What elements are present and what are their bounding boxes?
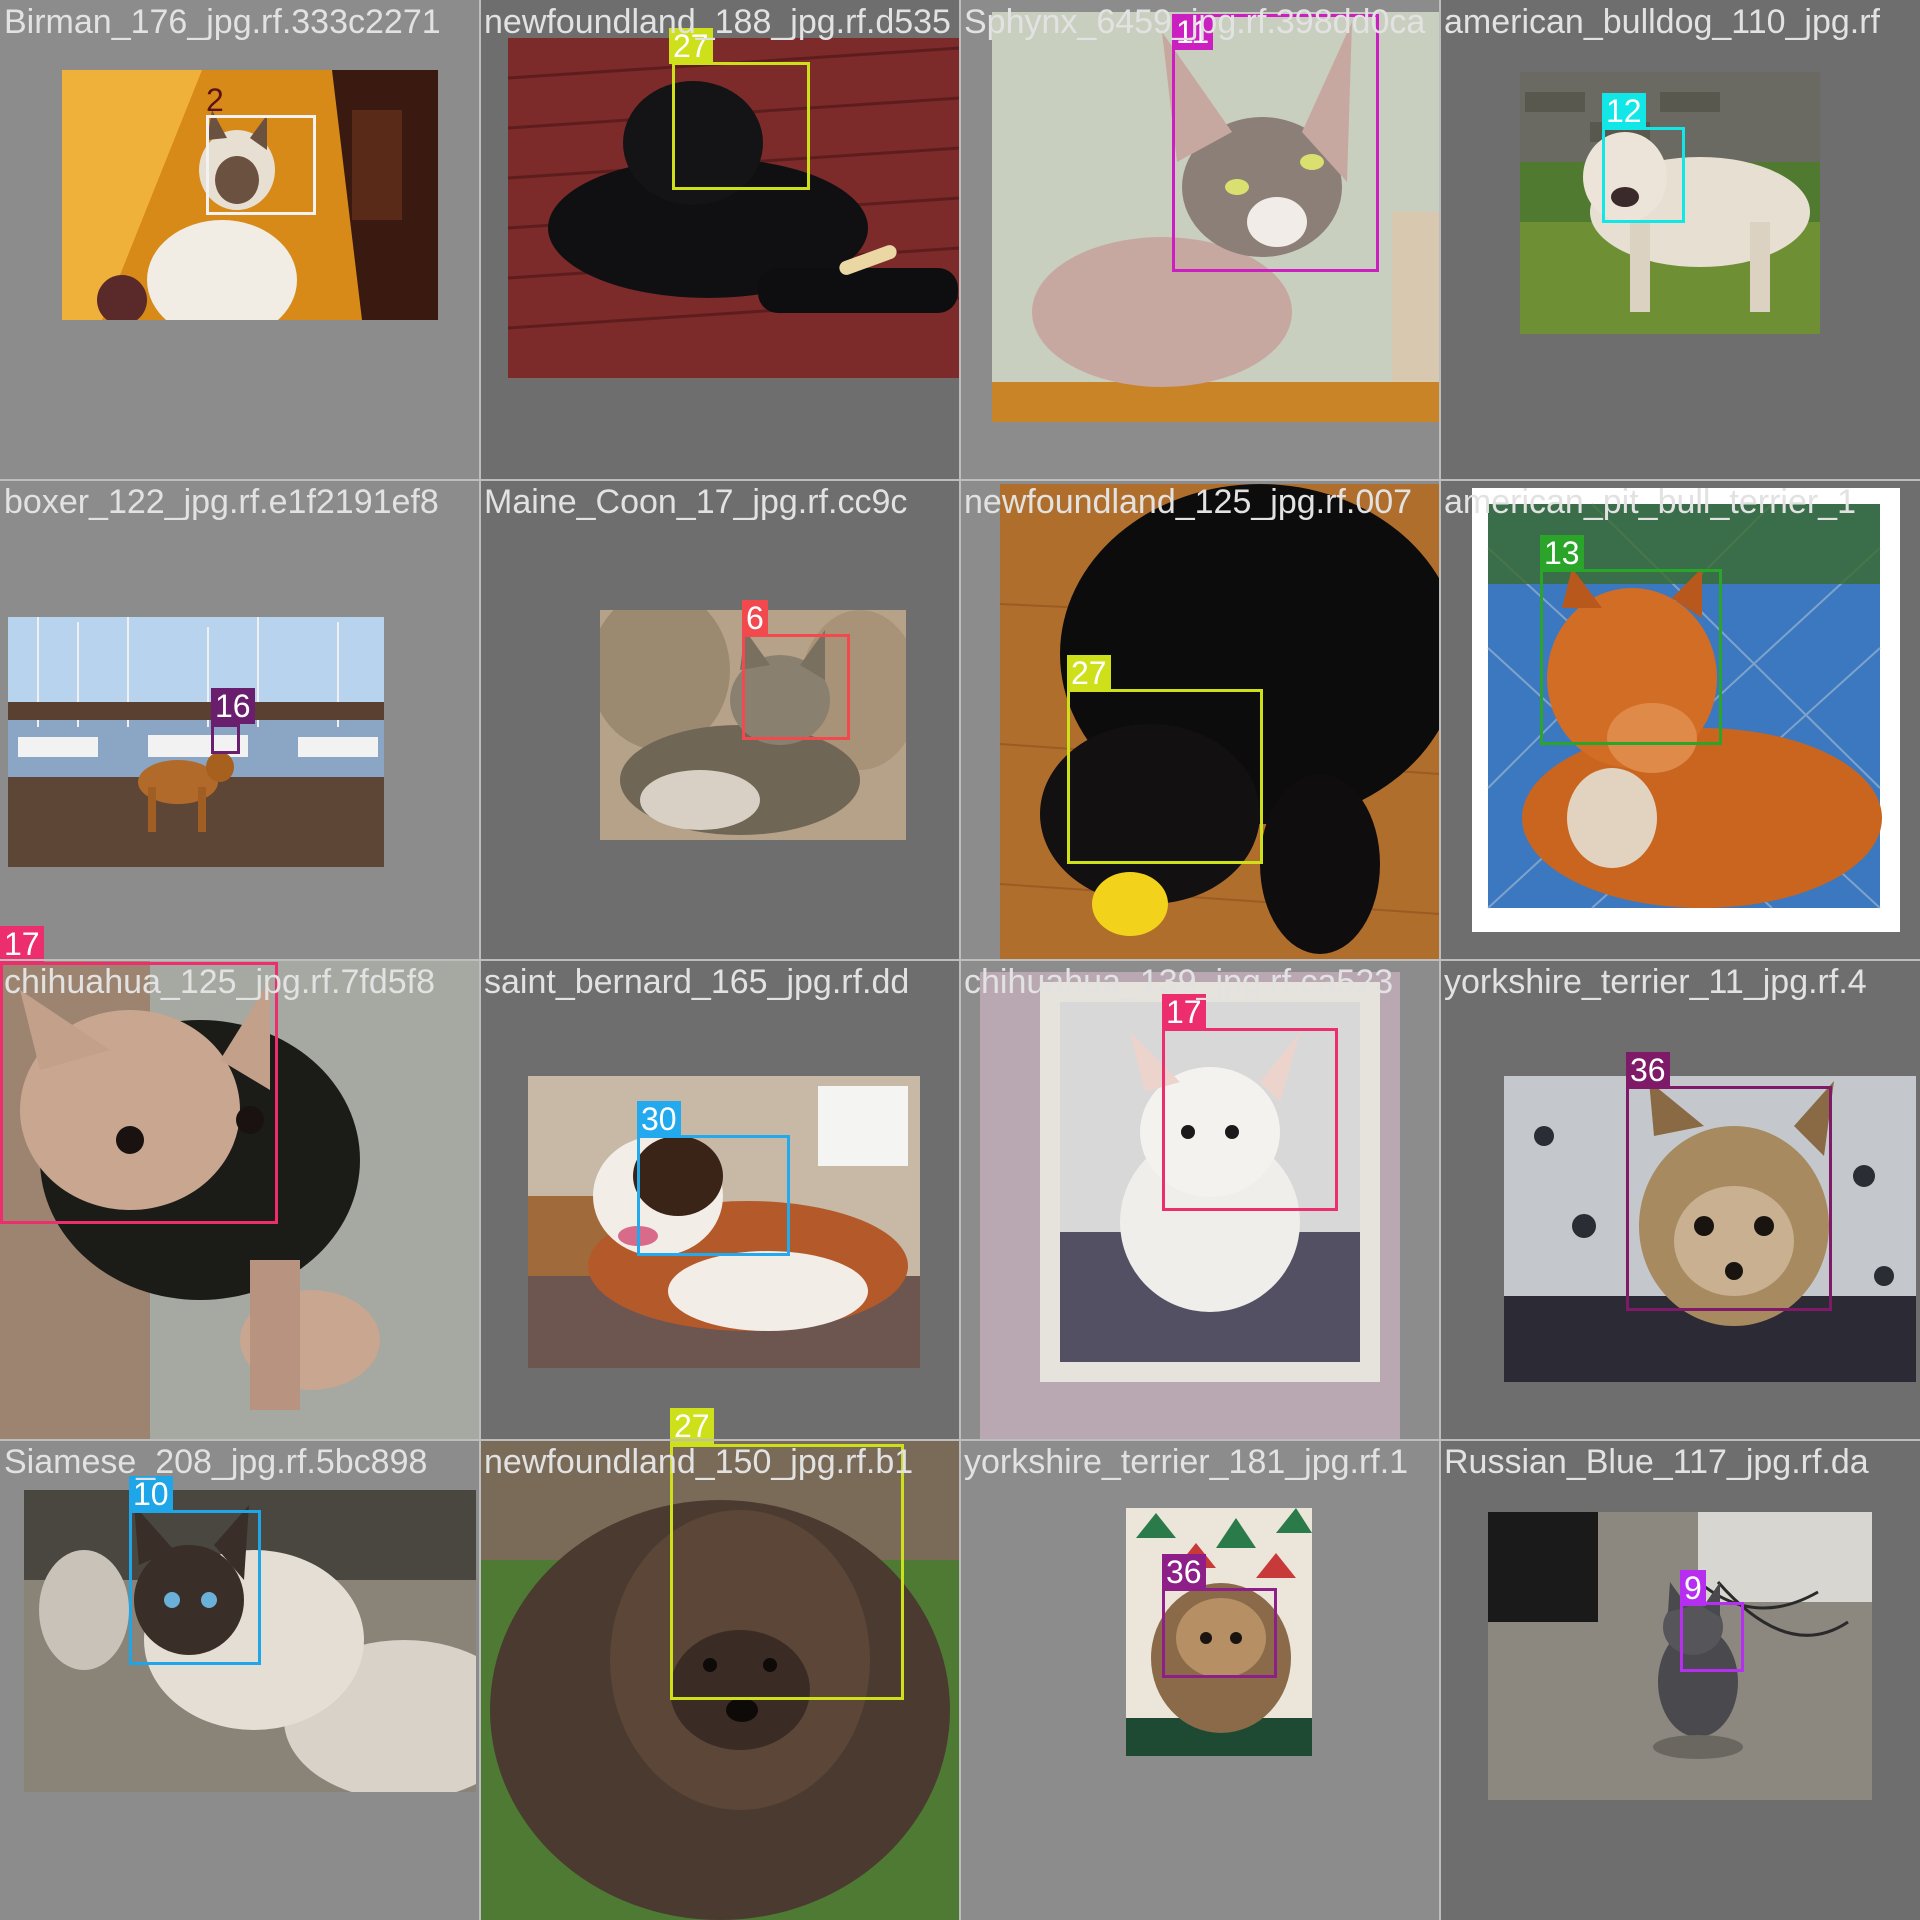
bbox [1172,14,1379,272]
bbox [1067,689,1263,864]
tile-newfoundland-188: 27 newfoundland_188_jpg.rf.d535 [480,0,960,480]
tile-yorkshire-181: 36 yorkshire_terrier_181_jpg.rf.1 [960,1440,1440,1920]
tile-chihuahua-139: 17 chihuahua_139_jpg.rf.ca523 [960,960,1440,1440]
tile-newfoundland-150: 27 newfoundland_150_jpg.rf.b1 [480,1440,960,1920]
image-filename: Sphynx_6459_jpg.rf.398dd0ca [964,3,1426,41]
bbox [1162,1588,1277,1678]
grid-divider [0,959,1920,961]
class-label: 30 [637,1101,681,1137]
mosaic-grid: 2 Birman_176_jpg.rf.333c2271 27 newfound… [0,0,1920,1920]
image-filename: yorkshire_terrier_11_jpg.rf.4 [1444,963,1867,1001]
bbox [637,1135,790,1256]
image-filename: newfoundland_125_jpg.rf.007 [964,483,1413,521]
image-filename: yorkshire_terrier_181_jpg.rf.1 [964,1443,1409,1481]
class-label: 17 [0,926,44,962]
bbox [206,115,316,215]
class-label: 36 [1626,1052,1670,1088]
image-filename: Russian_Blue_117_jpg.rf.da [1444,1443,1869,1481]
bbox [742,634,850,740]
tile-sphynx: 11 Sphynx_6459_jpg.rf.398dd0ca [960,0,1440,480]
image-filename: Siamese_208_jpg.rf.5bc898 [4,1443,428,1481]
image-filename: chihuahua_139_jpg.rf.ca523 [964,963,1394,1001]
class-label: 16 [211,688,255,724]
image-filename: american_pit_bull_terrier_1 [1444,483,1857,521]
tile-pit-bull: 13 american_pit_bull_terrier_1 [1440,480,1920,960]
bbox [1680,1602,1744,1672]
bbox [1626,1086,1832,1311]
tile-birman: 2 Birman_176_jpg.rf.333c2271 [0,0,480,480]
tile-yorkshire-11: 36 yorkshire_terrier_11_jpg.rf.4 [1440,960,1920,1440]
image-filename: Birman_176_jpg.rf.333c2271 [4,3,441,41]
class-label: 13 [1540,535,1584,571]
tile-chihuahua-125: 17 chihuahua_125_jpg.rf.7fd5f8 [0,960,480,1440]
photo-boxer-dock [8,617,384,867]
class-label: 9 [1680,1570,1706,1606]
bbox [211,724,240,754]
class-label: 12 [1602,93,1646,129]
class-label: 27 [1067,655,1111,691]
tile-saint-bernard: 30 saint_bernard_165_jpg.rf.dd [480,960,960,1440]
tile-american-bulldog: 12 american_bulldog_110_jpg.rf [1440,0,1920,480]
class-label: 2 [206,82,224,118]
bbox [1602,127,1685,223]
tile-newfoundland-125: 27 newfoundland_125_jpg.rf.007 [960,480,1440,960]
tile-russian-blue: 9 Russian_Blue_117_jpg.rf.da [1440,1440,1920,1920]
bbox [670,1444,904,1700]
tile-maine-coon: 6 Maine_Coon_17_jpg.rf.cc9c [480,480,960,960]
bbox [672,62,810,190]
bbox [129,1510,261,1665]
class-label: 6 [742,600,768,636]
tile-siamese: 10 Siamese_208_jpg.rf.5bc898 [0,1440,480,1920]
image-filename: newfoundland_150_jpg.rf.b1 [484,1443,914,1481]
image-filename: american_bulldog_110_jpg.rf [1444,3,1881,41]
bbox [1540,569,1722,745]
image-filename: chihuahua_125_jpg.rf.7fd5f8 [4,963,436,1001]
tile-boxer: 16 boxer_122_jpg.rf.e1f2191ef8 [0,480,480,960]
image-filename: saint_bernard_165_jpg.rf.dd [484,963,910,1001]
image-filename: boxer_122_jpg.rf.e1f2191ef8 [4,483,439,521]
image-filename: Maine_Coon_17_jpg.rf.cc9c [484,483,908,521]
class-label: 36 [1162,1554,1206,1590]
bbox [1162,1028,1338,1211]
grid-divider [0,1439,1920,1441]
image-filename: newfoundland_188_jpg.rf.d535 [484,3,951,41]
grid-divider [0,479,1920,481]
